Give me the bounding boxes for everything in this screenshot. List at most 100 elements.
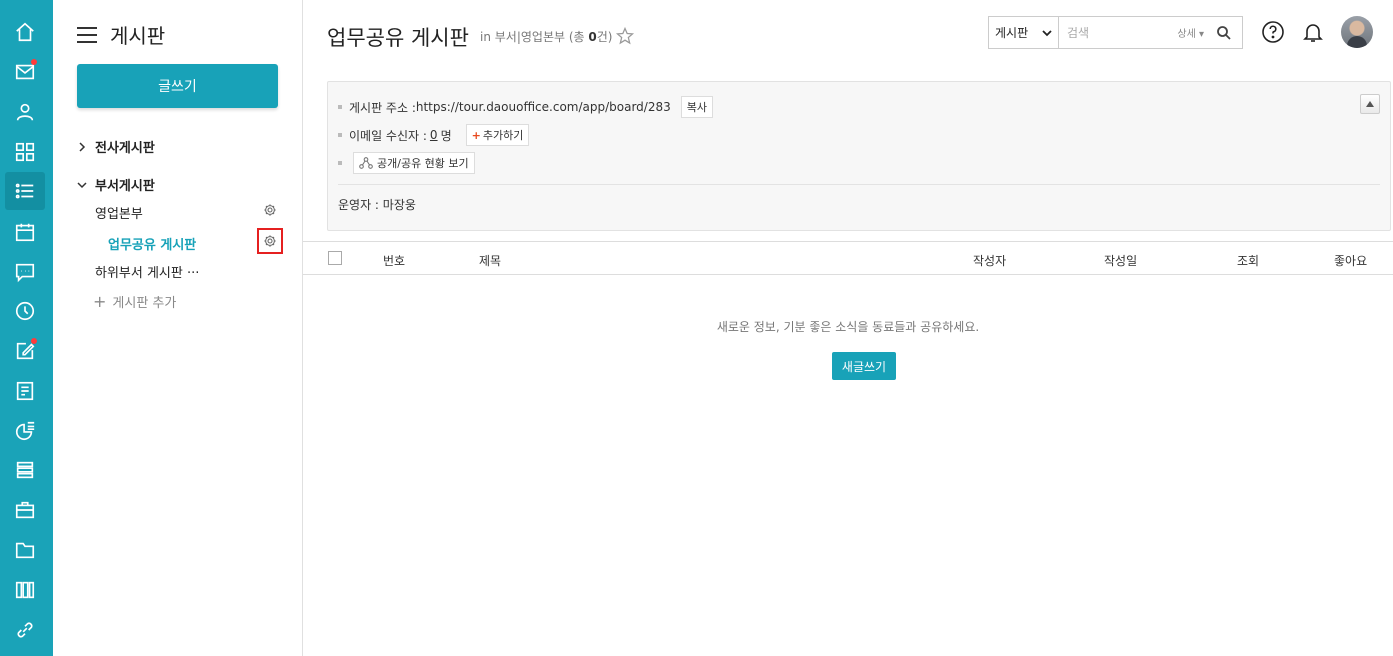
hamburger-menu-icon[interactable]	[77, 26, 97, 43]
tree-label: 부서게시판	[95, 179, 155, 194]
plus-icon: +	[471, 128, 481, 142]
sidebar: 게시판 글쓰기 전사게시판 부서게시판 영업본부 업무공유 게시판 하위부서 게…	[53, 0, 303, 656]
share-status-row: 공개/공유 현황 보기	[338, 152, 475, 174]
board-info-panel: 게시판 주소 : https://tour.daouoffice.com/app…	[327, 81, 1391, 231]
subtitle-suffix: 건)	[596, 30, 613, 44]
rail-briefcase[interactable]	[5, 491, 45, 529]
calendar-icon	[15, 223, 35, 242]
tree-sub-board[interactable]: 하위부서 게시판 ···	[95, 262, 199, 281]
address-url: https://tour.daouoffice.com/app/board/28…	[415, 100, 671, 114]
share-nodes-icon	[359, 157, 373, 169]
triangle-up-icon	[1366, 101, 1374, 107]
search-bar: 게시판 상세 ▾	[988, 16, 1243, 49]
tree-current-board[interactable]: 업무공유 게시판	[108, 234, 196, 253]
column-header-number[interactable]: 번호	[383, 252, 405, 269]
column-header-views[interactable]: 조회	[1237, 252, 1259, 269]
address-label: 게시판 주소 :	[349, 100, 416, 115]
docs-stack-icon	[16, 461, 34, 479]
add-recipient-button[interactable]: + 추가하기	[465, 124, 530, 146]
empty-state-message: 새로운 정보, 기분 좋은 소식을 동료들과 공유하세요.	[716, 320, 980, 334]
notification-dot	[31, 59, 37, 65]
clock-icon	[15, 301, 35, 321]
rail-calendar[interactable]	[5, 213, 45, 251]
email-label: 이메일 수신자 :	[349, 128, 427, 143]
apps-grid-icon	[15, 142, 35, 162]
search-scope-select[interactable]: 게시판	[989, 17, 1059, 48]
rail-contacts[interactable]	[5, 93, 45, 131]
tree-dept-name[interactable]: 영업본부	[95, 203, 143, 222]
tree-label: 하위부서 게시판 ···	[95, 266, 200, 281]
bullet	[338, 161, 342, 165]
gear-icon	[264, 235, 276, 247]
chevron-down-icon	[77, 181, 87, 188]
rail-link[interactable]	[5, 611, 45, 649]
bell-icon[interactable]	[1301, 20, 1325, 44]
tree-label: 전사게시판	[95, 141, 155, 156]
tree-company-board[interactable]: 전사게시판	[77, 137, 155, 156]
chevron-right-icon	[79, 141, 86, 152]
board-settings-gear[interactable]	[257, 228, 283, 254]
select-all-checkbox[interactable]	[328, 251, 342, 265]
divider	[338, 184, 1380, 185]
email-recipient-row: 이메일 수신자 : 0 명 + 추가하기	[338, 124, 530, 146]
rail-docs[interactable]	[5, 451, 45, 489]
bullet	[338, 133, 342, 137]
board-address-row: 게시판 주소 : https://tour.daouoffice.com/app…	[338, 96, 713, 118]
column-header-author[interactable]: 작성자	[973, 252, 1006, 269]
rail-chat[interactable]	[5, 253, 45, 291]
home-icon	[16, 22, 34, 42]
column-header-title[interactable]: 제목	[479, 252, 501, 269]
search-input[interactable]	[1059, 17, 1178, 48]
rail-clock[interactable]	[5, 292, 45, 330]
rail-apps[interactable]	[5, 133, 45, 171]
email-count[interactable]: 0	[430, 128, 438, 142]
board-owner: 운영자 : 마장웅	[338, 198, 416, 212]
rail-edit[interactable]	[5, 332, 45, 370]
plus-icon: +	[93, 292, 107, 311]
table-header: 번호 제목 작성자 작성일 조회 좋아요	[303, 241, 1393, 275]
subtitle-prefix: in 부서|영업본부 (총	[480, 30, 589, 44]
search-detail-toggle[interactable]: 상세 ▾	[1177, 25, 1204, 40]
notification-dot	[31, 338, 37, 344]
rail-survey[interactable]	[5, 412, 45, 450]
gear-icon	[264, 204, 276, 216]
star-icon[interactable]	[615, 26, 635, 46]
rail-mail[interactable]	[5, 53, 45, 91]
page-title: 업무공유 게시판	[327, 26, 469, 50]
rail-report[interactable]	[5, 372, 45, 410]
search-icon[interactable]	[1216, 25, 1232, 41]
rail-home[interactable]	[5, 13, 45, 51]
share-status-label: 공개/공유 현황 보기	[377, 157, 469, 170]
chat-icon	[15, 263, 35, 283]
rail-folder[interactable]	[5, 531, 45, 569]
tree-label: 영업본부	[95, 207, 143, 222]
help-icon[interactable]	[1261, 20, 1285, 44]
sidebar-title: 게시판	[110, 24, 166, 48]
share-status-button[interactable]: 공개/공유 현황 보기	[353, 152, 475, 174]
rail-board[interactable]	[5, 172, 45, 210]
contacts-icon	[16, 103, 34, 121]
chevron-down-icon	[1042, 29, 1052, 36]
email-unit: 명	[440, 128, 452, 143]
sidebar-header: 게시판	[77, 20, 165, 49]
page-subtitle: in 부서|영업본부 (총 0건)	[480, 28, 612, 45]
bullet	[338, 105, 342, 109]
new-post-button[interactable]: 새글쓰기	[832, 352, 896, 380]
column-header-date[interactable]: 작성일	[1104, 252, 1137, 269]
add-board-label: 게시판 추가	[112, 296, 177, 311]
write-button[interactable]: 글쓰기	[77, 64, 278, 108]
report-icon	[16, 381, 34, 401]
dept-settings-gear[interactable]	[262, 202, 278, 218]
board-list-icon	[15, 183, 34, 199]
icon-rail	[0, 0, 53, 656]
search-scope-value: 게시판	[995, 26, 1029, 40]
collapse-button[interactable]	[1360, 94, 1380, 114]
tree-dept-board[interactable]: 부서게시판	[77, 175, 155, 194]
library-icon	[15, 581, 35, 599]
avatar[interactable]	[1341, 16, 1373, 48]
add-board-link[interactable]: + 게시판 추가	[93, 292, 176, 311]
rail-library[interactable]	[5, 571, 45, 609]
copy-button[interactable]: 복사	[680, 96, 713, 118]
column-header-likes[interactable]: 좋아요	[1334, 252, 1367, 269]
briefcase-icon	[15, 501, 35, 519]
